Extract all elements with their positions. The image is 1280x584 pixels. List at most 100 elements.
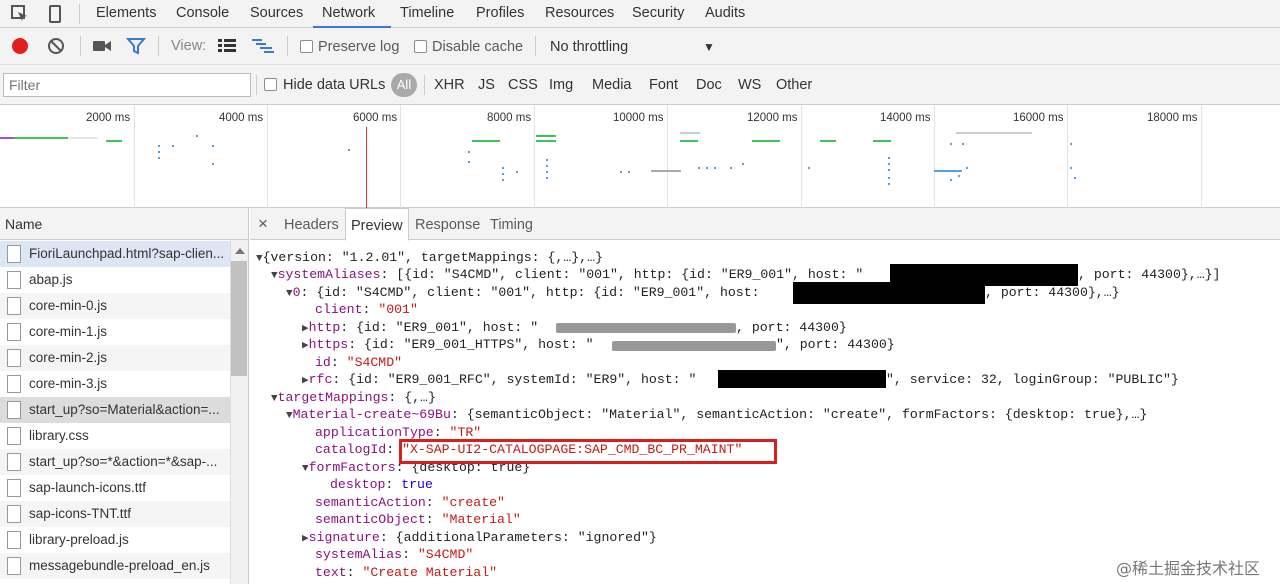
request-row[interactable]: library.css <box>0 423 230 449</box>
blurred-host <box>612 341 776 351</box>
collapsed-triangle-icon[interactable]: ▶ <box>302 340 309 352</box>
expanded-triangle-icon[interactable]: ▼ <box>271 270 278 282</box>
tab-headers[interactable]: Headers <box>284 208 339 240</box>
tree-node-tail: ", service: 32, loginGroup: "PUBLIC"} <box>886 372 1179 387</box>
type-filter-img[interactable]: Img <box>549 76 573 94</box>
hide-data-urls-label[interactable]: Hide data URLs <box>283 76 385 94</box>
request-row[interactable]: start_up?so=*&action=*&sap-... <box>0 449 230 475</box>
tree-node-rfc[interactable]: ▶rfc: {id: "ER9_001_RFC", systemId: "ER9… <box>302 371 696 391</box>
type-filter-doc[interactable]: Doc <box>696 76 722 94</box>
timeline-bar <box>106 140 122 142</box>
request-row[interactable]: core-min-2.js <box>0 345 230 371</box>
request-row[interactable]: library-preload.js <box>0 527 230 553</box>
tab-network[interactable]: Network <box>313 0 391 28</box>
tree-node-https[interactable]: ▶https: {id: "ER9_001_HTTPS", host: " <box>302 336 594 356</box>
large-rows-icon[interactable] <box>218 39 236 53</box>
tab-response[interactable]: Response <box>415 208 480 240</box>
request-row[interactable]: core-min-1.js <box>0 319 230 345</box>
tree-node-material-create[interactable]: ▼Material-create~69Bu: {semanticObject: … <box>286 406 1147 426</box>
timeline-bar <box>68 137 98 139</box>
timeline-bar <box>680 132 700 134</box>
tab-audits[interactable]: Audits <box>705 0 745 28</box>
disable-cache-checkbox[interactable] <box>414 40 427 53</box>
device-mode-icon[interactable] <box>45 4 65 24</box>
hide-data-urls-checkbox[interactable] <box>264 78 277 91</box>
type-filter-js[interactable]: JS <box>478 76 495 94</box>
name-column-header[interactable]: Name <box>0 208 248 240</box>
timeline-bar <box>873 140 891 142</box>
type-filter-media[interactable]: Media <box>592 76 632 94</box>
timeline-tick-label: 8000 ms <box>487 112 532 124</box>
clear-icon[interactable] <box>47 37 65 55</box>
close-icon[interactable]: × <box>258 208 268 240</box>
filter-bar: Hide data URLs All XHR JS CSS Img Media … <box>0 65 1280 105</box>
timeline-bar <box>536 135 556 137</box>
inspect-element-icon[interactable] <box>10 4 30 24</box>
expanded-triangle-icon[interactable]: ▼ <box>286 410 293 422</box>
preserve-log-label[interactable]: Preserve log <box>318 37 399 57</box>
type-filter-all[interactable]: All <box>391 73 417 97</box>
capture-screenshots-icon[interactable] <box>92 38 112 54</box>
expanded-triangle-icon[interactable]: ▼ <box>302 463 309 475</box>
timeline-tick-label: 18000 ms <box>1147 112 1198 124</box>
timeline-tick-label: 16000 ms <box>1013 112 1064 124</box>
preserve-log-checkbox[interactable] <box>300 40 313 53</box>
timeline-bar <box>680 140 698 142</box>
collapsed-triangle-icon[interactable]: ▶ <box>302 375 309 387</box>
type-filter-ws[interactable]: WS <box>738 76 761 94</box>
timeline-bar <box>820 140 836 142</box>
filter-input[interactable] <box>3 73 251 97</box>
request-row[interactable]: sap-launch-icons.ttf <box>0 475 230 501</box>
type-filter-font[interactable]: Font <box>649 76 678 94</box>
redaction-box <box>718 370 886 388</box>
document-icon <box>7 557 21 575</box>
filter-icon[interactable] <box>126 37 146 55</box>
catalog-id-highlight <box>399 439 777 464</box>
tab-preview[interactable]: Preview <box>345 208 409 241</box>
tree-node-tail: , port: 44300},…} <box>985 285 1120 300</box>
request-row[interactable]: sap-icons-TNT.ttf <box>0 501 230 527</box>
expanded-triangle-icon[interactable]: ▼ <box>286 288 293 300</box>
tree-node-system-aliases[interactable]: ▼systemAliases: [{id: "S4CMD", client: "… <box>271 266 863 286</box>
tab-profiles[interactable]: Profiles <box>476 0 524 28</box>
document-icon <box>7 453 21 471</box>
request-row[interactable]: messagebundle-preload_en.js <box>0 553 230 579</box>
record-icon[interactable] <box>12 38 28 54</box>
throttling-select[interactable]: No throttling <box>550 37 628 57</box>
expanded-triangle-icon[interactable]: ▼ <box>271 393 278 405</box>
tab-timing[interactable]: Timing <box>490 208 533 240</box>
expanded-triangle-icon[interactable]: ▼ <box>256 253 263 265</box>
request-row[interactable]: FioriLaunchpad.html?sap-clien... <box>0 241 230 267</box>
timeline-bar <box>956 132 1032 134</box>
tree-node-tail: , port: 44300},…}] <box>1078 267 1221 282</box>
request-row-selected[interactable]: start_up?so=Material&action=... <box>0 397 230 423</box>
request-row[interactable]: abap.js <box>0 267 230 293</box>
scroll-up-icon[interactable] <box>235 248 245 254</box>
tab-resources[interactable]: Resources <box>545 0 614 28</box>
timeline-gridline <box>400 105 401 208</box>
type-filter-other[interactable]: Other <box>776 76 812 94</box>
tab-security[interactable]: Security <box>632 0 684 28</box>
type-filter-css[interactable]: CSS <box>508 76 538 94</box>
property-system-alias: systemAlias: "S4CMD" <box>315 547 474 562</box>
request-row[interactable]: core-min-0.js <box>0 293 230 319</box>
network-overview-timeline[interactable]: 2000 ms 4000 ms 6000 ms 8000 ms 10000 ms… <box>0 105 1280 208</box>
scrollbar-thumb[interactable] <box>231 261 247 376</box>
type-filter-xhr[interactable]: XHR <box>434 76 465 94</box>
tab-console[interactable]: Console <box>176 0 229 28</box>
request-row[interactable]: core-min-3.js <box>0 371 230 397</box>
document-icon <box>7 297 21 315</box>
chevron-down-icon[interactable]: ▼ <box>703 37 715 57</box>
tab-elements[interactable]: Elements <box>96 0 156 28</box>
document-icon <box>7 271 21 289</box>
disable-cache-label[interactable]: Disable cache <box>432 37 523 57</box>
timeline-tick-label: 2000 ms <box>86 112 131 124</box>
timeline-bar <box>14 137 68 139</box>
property-text: text: "Create Material" <box>315 565 498 580</box>
detail-tab-bar: × Headers Preview Response Timing <box>250 208 1280 241</box>
tab-timeline[interactable]: Timeline <box>400 0 454 28</box>
collapsed-triangle-icon[interactable]: ▶ <box>302 323 309 335</box>
overview-icon[interactable] <box>252 39 274 53</box>
collapsed-triangle-icon[interactable]: ▶ <box>302 533 309 545</box>
tab-sources[interactable]: Sources <box>250 0 303 28</box>
